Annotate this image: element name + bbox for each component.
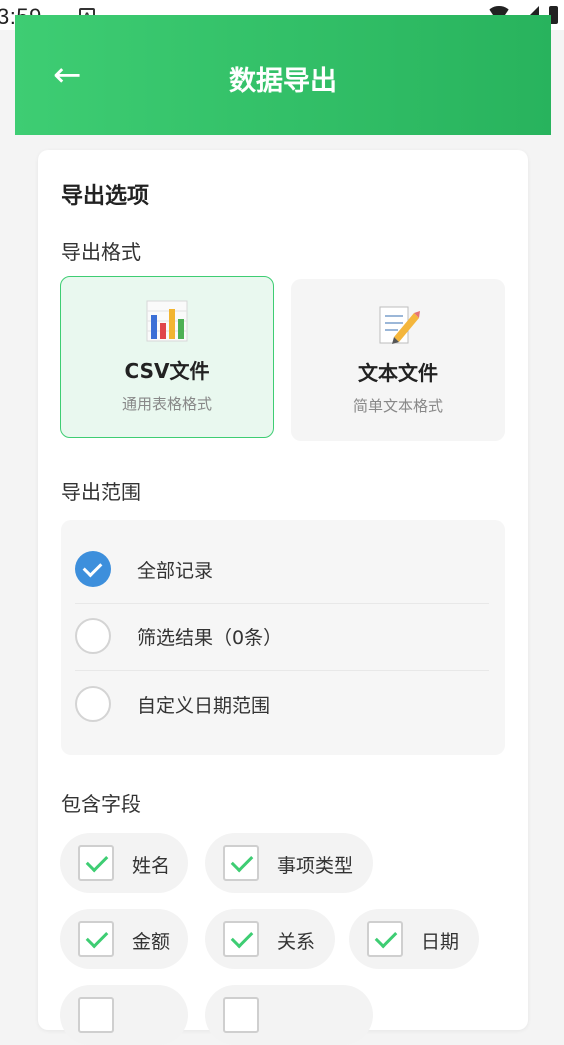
- section-title: 导出选项: [61, 184, 150, 209]
- bar-chart-icon: [61, 299, 273, 343]
- range-options: 全部记录 筛选结果（0条） 自定义日期范围: [61, 520, 505, 755]
- field-chip-name[interactable]: 姓名: [60, 833, 188, 893]
- checkbox-checked-icon[interactable]: [223, 845, 259, 881]
- field-chip-partial-1[interactable]: [60, 985, 188, 1045]
- checkbox-checked-icon[interactable]: [78, 845, 114, 881]
- radio-unchecked-icon[interactable]: [75, 618, 111, 654]
- checkbox-checked-icon[interactable]: [223, 921, 259, 957]
- format-title: CSV文件: [124, 359, 210, 383]
- format-title: 文本文件: [358, 361, 438, 385]
- field-chip-relation[interactable]: 关系: [205, 909, 335, 969]
- format-subtitle: 通用表格格式: [121, 395, 212, 413]
- fields-label: 包含字段: [61, 792, 141, 816]
- radio-unchecked-icon[interactable]: [75, 686, 111, 722]
- checkbox-icon[interactable]: [78, 997, 114, 1033]
- app-bar: ← 数据导出: [15, 15, 551, 135]
- chip-label: 姓名: [132, 855, 171, 877]
- format-subtitle: 简单文本格式: [352, 397, 443, 415]
- radio-label: 全部记录: [137, 560, 214, 582]
- radio-label: 筛选结果（0条）: [137, 627, 283, 649]
- chip-label: 日期: [421, 931, 460, 953]
- range-option-custom-date[interactable]: 自定义日期范围: [75, 672, 489, 738]
- page-title: 数据导出: [229, 66, 337, 97]
- radio-checked-icon[interactable]: [75, 551, 111, 587]
- field-chip-partial-2[interactable]: [205, 985, 373, 1045]
- format-option-text[interactable]: 文本文件 简单文本格式: [291, 279, 505, 441]
- field-chip-date[interactable]: 日期: [349, 909, 479, 969]
- field-chip-type[interactable]: 事项类型: [205, 833, 373, 893]
- chip-label: 事项类型: [277, 855, 354, 877]
- checkbox-checked-icon[interactable]: [78, 921, 114, 957]
- range-option-all[interactable]: 全部记录: [75, 537, 489, 604]
- field-chip-amount[interactable]: 金额: [60, 909, 188, 969]
- memo-icon: [291, 303, 505, 347]
- checkbox-icon[interactable]: [223, 997, 259, 1033]
- export-options-card: 导出选项 导出格式 CSV文件 通用表格格式 文本文件 简单文本格式 导出范围 …: [38, 150, 528, 1045]
- checkbox-checked-icon[interactable]: [367, 921, 403, 957]
- range-option-filtered[interactable]: 筛选结果（0条）: [75, 604, 489, 671]
- chip-label: 金额: [132, 931, 171, 953]
- chip-label: 关系: [277, 931, 316, 953]
- radio-label: 自定义日期范围: [137, 695, 271, 717]
- format-label: 导出格式: [61, 240, 141, 264]
- range-label: 导出范围: [61, 480, 141, 504]
- format-option-csv[interactable]: CSV文件 通用表格格式: [60, 276, 274, 438]
